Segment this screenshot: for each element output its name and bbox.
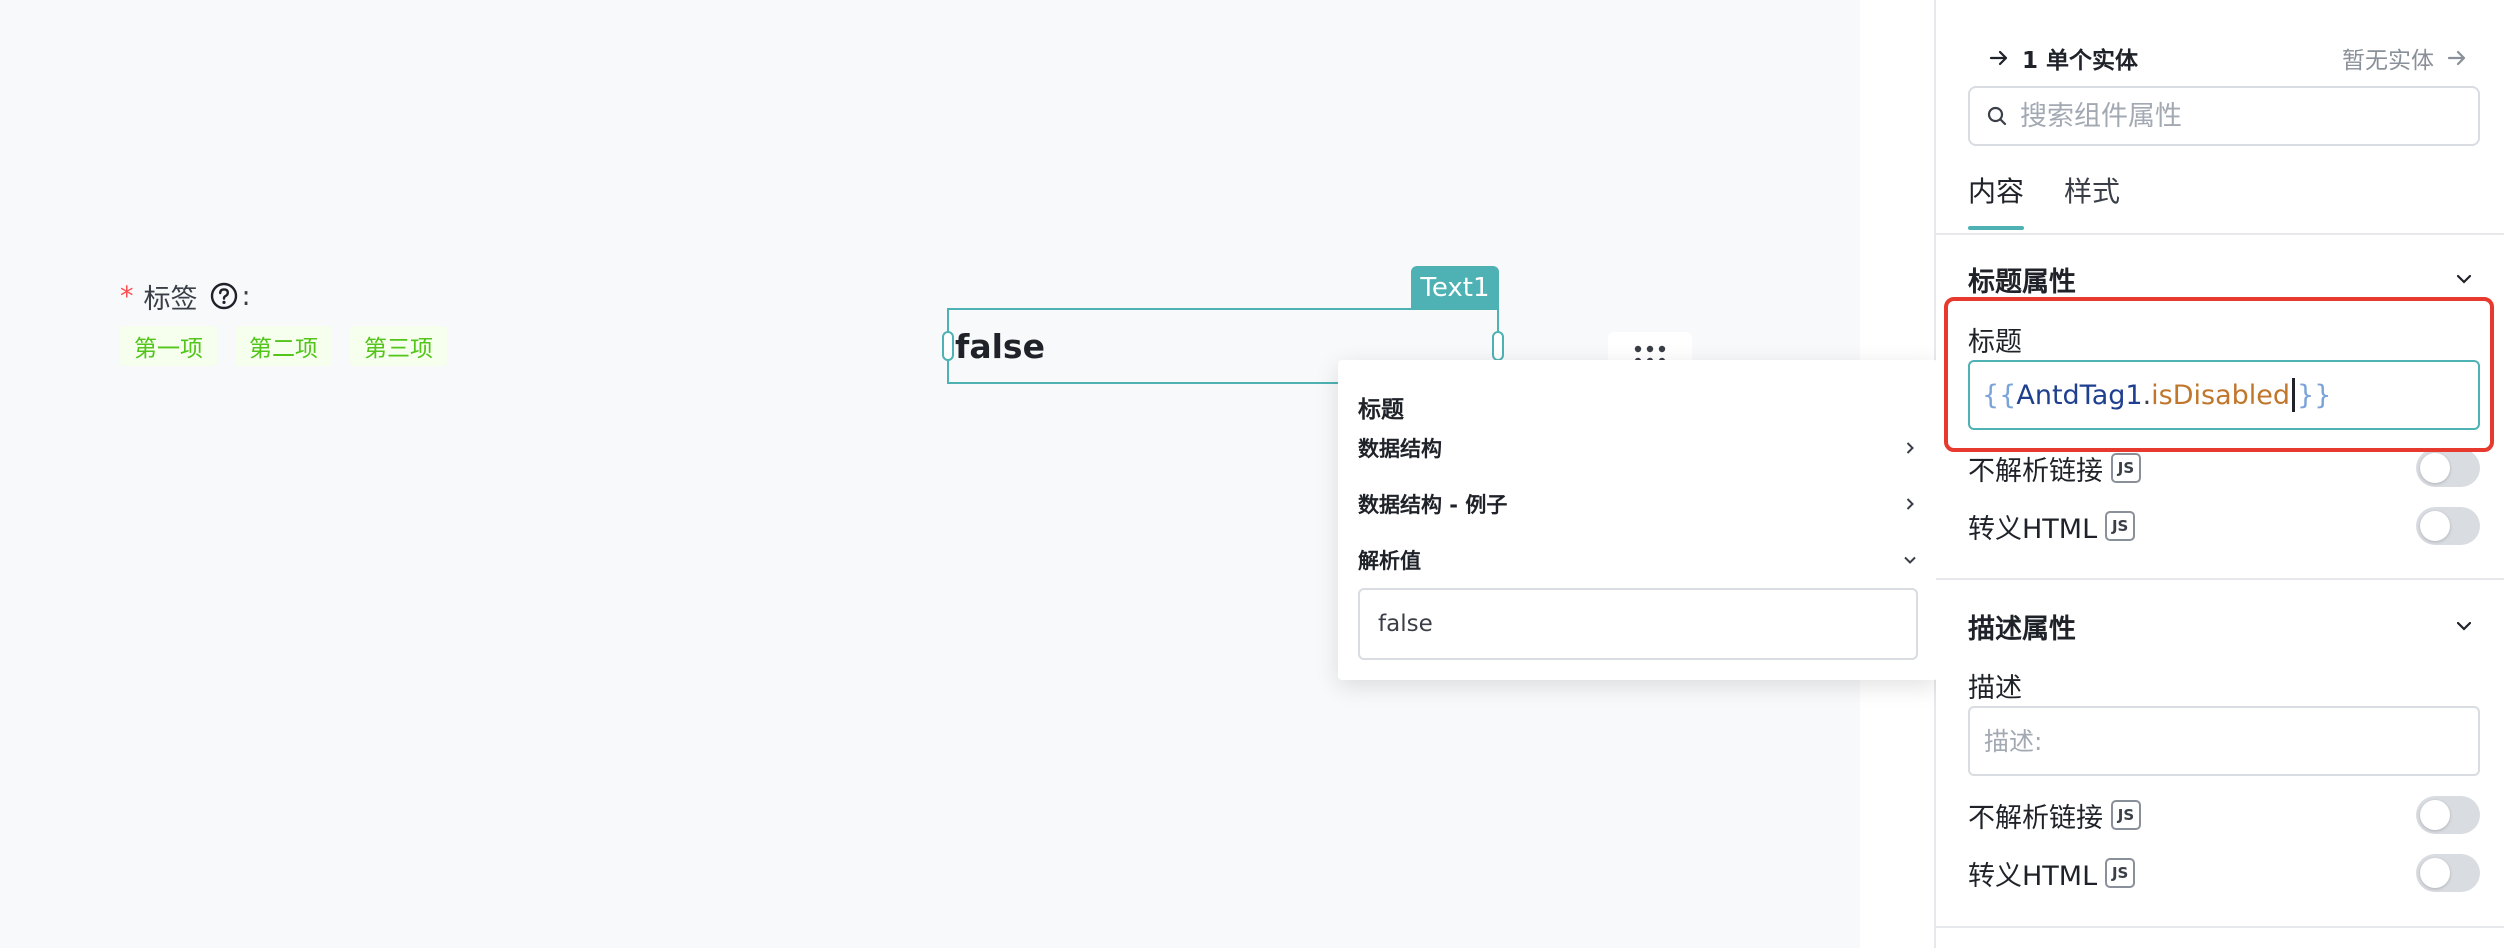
entity-count-label: 1 单个实体 xyxy=(2022,48,2139,74)
description-escape-html-row: 转义HTML JS xyxy=(1968,851,2480,895)
arrow-right-icon xyxy=(2447,50,2466,66)
title-no-parse-links-switch[interactable] xyxy=(2416,449,2480,487)
chevron-down-icon xyxy=(2456,621,2472,631)
description-field-label: 描述 xyxy=(1968,673,2022,704)
toggle-label-text: 不解析链接 xyxy=(1968,802,2103,834)
entity-nav-right[interactable]: 暂无实体 xyxy=(2342,41,2468,75)
section-header-label: 标题属性 xyxy=(1968,266,2076,298)
description-no-parse-links-switch[interactable] xyxy=(2416,796,2480,834)
popover-row-data-structure[interactable]: 数据结构 xyxy=(1358,430,1918,466)
resize-handle-left[interactable] xyxy=(942,331,954,361)
tabs-divider xyxy=(1936,233,2504,235)
evaluated-value-display[interactable]: false xyxy=(1358,588,1918,660)
tag-item[interactable]: 第三项 xyxy=(350,326,447,366)
question-circle-icon[interactable] xyxy=(210,282,238,310)
panel-tabs: 内容 样式 xyxy=(1968,170,2160,230)
text-component-value: false xyxy=(955,326,1045,366)
section-divider xyxy=(1936,578,2504,580)
component-name-badge[interactable]: Text1 xyxy=(1411,266,1499,310)
property-panel: 1 单个实体 暂无实体 内容 样式 标题属性 标题 {{ AntdTag1 . … xyxy=(1936,0,2504,948)
chevron-down-icon xyxy=(2456,274,2472,284)
section-header-label: 描述属性 xyxy=(1968,613,2076,645)
property-search-input[interactable] xyxy=(2020,100,2460,132)
chevron-right-icon xyxy=(1906,498,1914,510)
toggle-label-text: 不解析链接 xyxy=(1968,455,2103,487)
section-divider xyxy=(1936,926,2504,928)
title-no-parse-links-row: 不解析链接 JS xyxy=(1968,446,2480,490)
entity-nav-left[interactable]: 1 单个实体 xyxy=(1988,41,2138,75)
description-escape-html-switch[interactable] xyxy=(2416,854,2480,892)
tab-content[interactable]: 内容 xyxy=(1968,170,2025,230)
popover-row-evaluated-value[interactable]: 解析值 xyxy=(1358,542,1918,578)
tab-style[interactable]: 样式 xyxy=(2064,170,2120,230)
entity-navigation: 1 单个实体 暂无实体 xyxy=(1988,40,2468,76)
js-toggle-badge[interactable]: JS xyxy=(2105,858,2136,888)
no-entity-label: 暂无实体 xyxy=(2342,48,2434,74)
resize-handle-right[interactable] xyxy=(1492,331,1504,361)
required-mark: * xyxy=(120,280,134,312)
title-section-header[interactable]: 标题属性 xyxy=(1968,259,2474,299)
description-input-box[interactable] xyxy=(1968,706,2480,776)
chevron-down-icon xyxy=(1904,556,1916,564)
chevron-right-icon xyxy=(1906,442,1914,454)
tag-list: 第一项 第二项 第三项 xyxy=(120,326,447,366)
popover-row-label: 数据结构 - 例子 xyxy=(1358,493,1508,517)
arrow-right-icon xyxy=(1989,50,2008,66)
tag-item[interactable]: 第二项 xyxy=(235,326,332,366)
toggle-label: 不解析链接 JS xyxy=(1968,449,2141,488)
description-no-parse-links-row: 不解析链接 JS xyxy=(1968,793,2480,837)
tag-item[interactable]: 第一项 xyxy=(120,326,217,366)
toggle-label: 不解析链接 JS xyxy=(1968,796,2141,835)
toggle-label-text: 转义HTML xyxy=(1968,513,2098,545)
js-toggle-badge[interactable]: JS xyxy=(2111,453,2141,483)
toggle-label: 转义HTML JS xyxy=(1968,507,2136,546)
popover-row-data-structure-example[interactable]: 数据结构 - 例子 xyxy=(1358,486,1918,522)
popover-title: 标题 xyxy=(1358,397,1404,423)
tag-field-label-text: 标签 xyxy=(143,283,198,315)
search-icon xyxy=(1987,106,2007,126)
js-toggle-badge[interactable]: JS xyxy=(2105,511,2136,541)
description-section-header[interactable]: 描述属性 xyxy=(1968,606,2474,646)
toggle-label: 转义HTML JS xyxy=(1968,854,2136,893)
description-input[interactable] xyxy=(1984,726,2464,756)
popover-row-label: 解析值 xyxy=(1358,549,1421,573)
popover-row-label: 数据结构 xyxy=(1358,437,1442,461)
label-colon: : xyxy=(241,280,251,312)
js-toggle-badge[interactable]: JS xyxy=(2111,800,2141,830)
evaluated-value-popover: 标题 数据结构 数据结构 - 例子 解析值 false xyxy=(1338,360,1938,680)
tag-field-label: * 标签 : xyxy=(120,276,251,316)
title-escape-html-switch[interactable] xyxy=(2416,507,2480,545)
annotation-highlight-box xyxy=(1944,297,2494,452)
property-search-box[interactable] xyxy=(1968,86,2480,146)
title-escape-html-row: 转义HTML JS xyxy=(1968,504,2480,548)
toggle-label-text: 转义HTML xyxy=(1968,860,2098,892)
